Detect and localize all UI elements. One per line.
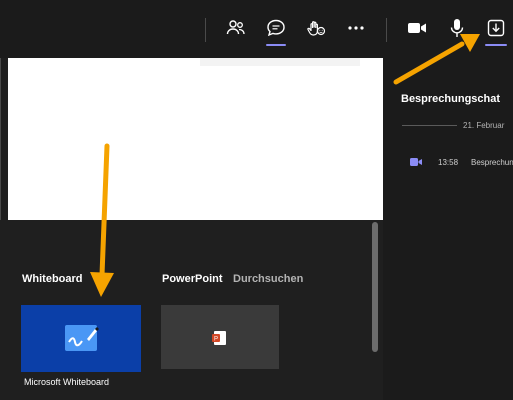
whiteboard-section-title: Whiteboard bbox=[22, 273, 83, 285]
chat-icon bbox=[267, 19, 285, 37]
more-icon bbox=[348, 26, 364, 30]
participants-button[interactable] bbox=[222, 14, 250, 42]
mic-icon bbox=[450, 19, 464, 37]
share-icon bbox=[487, 19, 505, 37]
chat-panel-title: Besprechungschat bbox=[401, 93, 501, 105]
whiteboard-tile-caption: Microsoft Whiteboard bbox=[24, 377, 110, 387]
powerpoint-file-icon: P bbox=[212, 331, 226, 345]
meeting-chat-panel bbox=[383, 58, 513, 400]
toolbar-divider bbox=[205, 18, 206, 42]
chat-date-label: 21. Februar bbox=[463, 121, 505, 130]
people-icon bbox=[226, 20, 245, 35]
date-divider-line bbox=[402, 125, 457, 126]
toolbar-divider bbox=[386, 18, 387, 42]
powerpoint-section-title: PowerPoint bbox=[162, 273, 223, 285]
reactions-button[interactable] bbox=[302, 14, 330, 42]
camera-button[interactable] bbox=[403, 14, 431, 42]
chat-message-time: 13:58 bbox=[438, 158, 459, 167]
meeting-toolbar bbox=[0, 0, 513, 58]
reactions-icon bbox=[307, 21, 326, 36]
microphone-button[interactable] bbox=[443, 14, 471, 42]
share-tray-scrollbar[interactable] bbox=[372, 222, 378, 352]
meeting-video-icon bbox=[410, 158, 422, 166]
microsoft-whiteboard-tile[interactable] bbox=[21, 305, 141, 372]
more-options-button[interactable] bbox=[342, 14, 370, 42]
meeting-stage bbox=[8, 58, 383, 220]
stage-top-shadow bbox=[200, 58, 360, 66]
chat-button[interactable] bbox=[262, 14, 290, 42]
camera-icon bbox=[408, 23, 426, 33]
powerpoint-file-tile[interactable]: P bbox=[161, 305, 279, 369]
share-content-button[interactable] bbox=[482, 14, 510, 42]
share-active-indicator bbox=[485, 44, 507, 46]
svg-text:P: P bbox=[214, 337, 218, 343]
chat-active-indicator bbox=[266, 44, 286, 46]
whiteboard-icon bbox=[65, 325, 99, 351]
chat-message-text[interactable]: Besprechung bbox=[471, 158, 513, 167]
browse-link[interactable]: Durchsuchen bbox=[233, 273, 303, 285]
